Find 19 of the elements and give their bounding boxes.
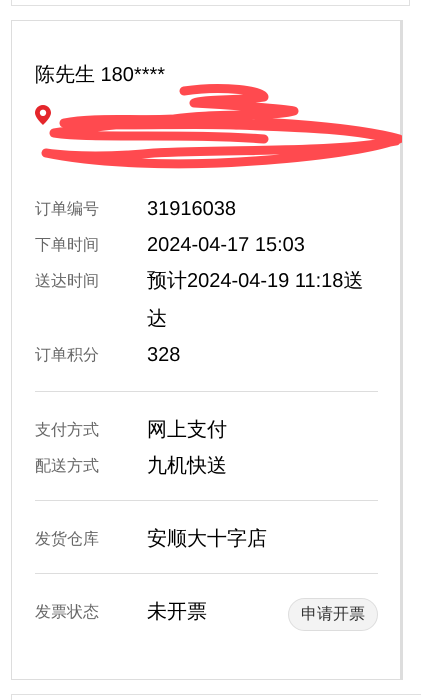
field-value: 328	[147, 343, 182, 368]
apply-invoice-button[interactable]: 申请开票	[288, 598, 378, 631]
field-value: 预计2024-04-19 11:18送达	[147, 269, 364, 332]
field-value: 九机快送	[147, 454, 228, 479]
field-label: 订单编号	[35, 200, 100, 220]
field-label: 支付方式	[35, 420, 100, 441]
field-label: 发货仓库	[35, 530, 100, 550]
field-value: 31916038	[147, 197, 237, 222]
field-value: 2024-04-17 15:03	[147, 233, 306, 258]
location-pin-icon	[35, 105, 51, 125]
field-label: 订单积分	[35, 346, 100, 366]
field-label: 下单时间	[35, 236, 100, 256]
contact-name-phone: 陈先生 180****	[35, 63, 166, 88]
field-label: 配送方式	[35, 456, 100, 477]
field-value: 网上支付	[147, 418, 228, 443]
field-value: 未开票	[147, 600, 208, 625]
field-label: 送达时间	[35, 272, 100, 292]
field-value: 安顺大十字店	[147, 527, 268, 552]
field-label: 发票状态	[35, 602, 100, 623]
